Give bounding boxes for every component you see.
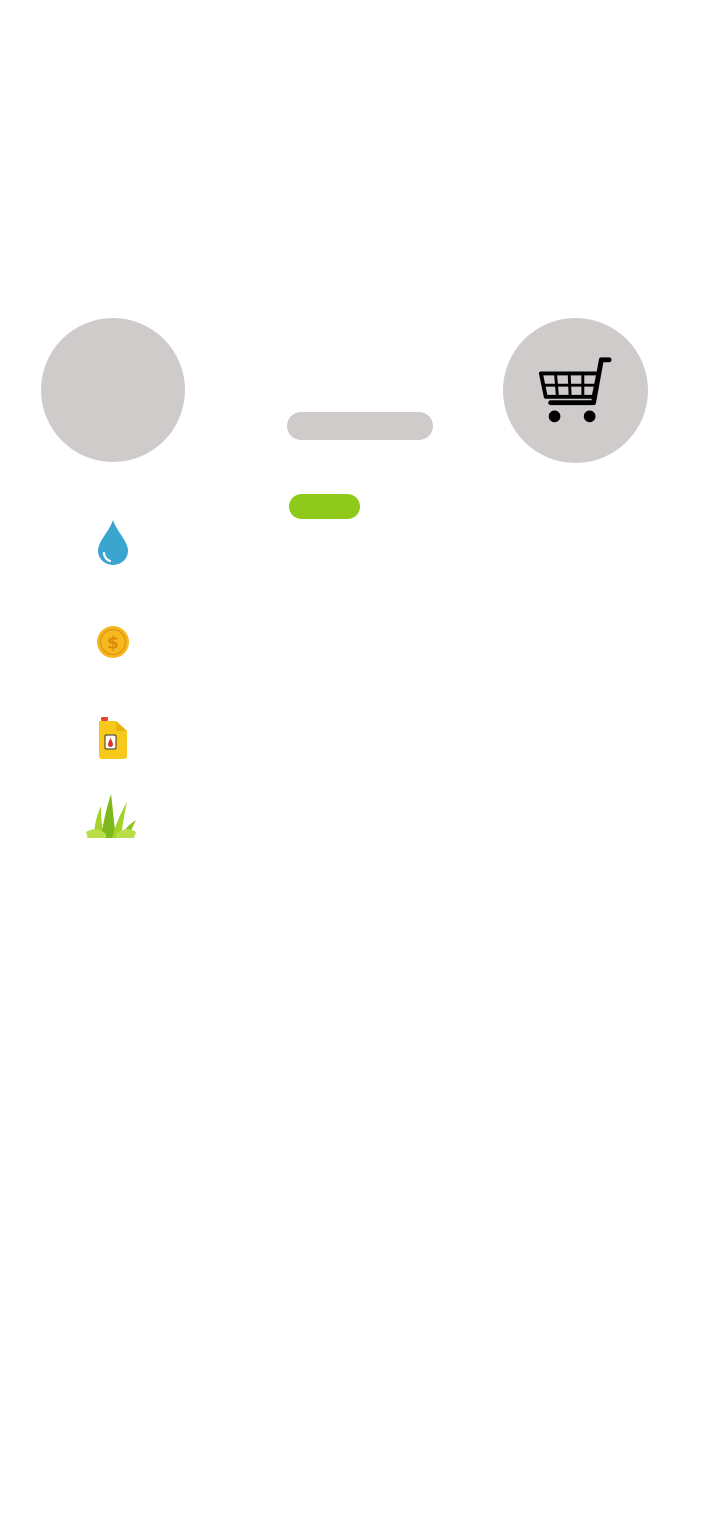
avatar[interactable] — [41, 318, 185, 462]
player-name-bar — [287, 412, 433, 440]
level-badge — [289, 494, 360, 519]
grass-icon — [86, 794, 136, 838]
coin-icon: $ — [97, 626, 129, 658]
water-drop-icon — [98, 520, 128, 565]
oil-canister-icon — [99, 717, 127, 759]
shop-cart-button[interactable] — [503, 318, 648, 463]
shopping-cart-icon — [538, 356, 612, 422]
svg-text:$: $ — [107, 634, 119, 654]
